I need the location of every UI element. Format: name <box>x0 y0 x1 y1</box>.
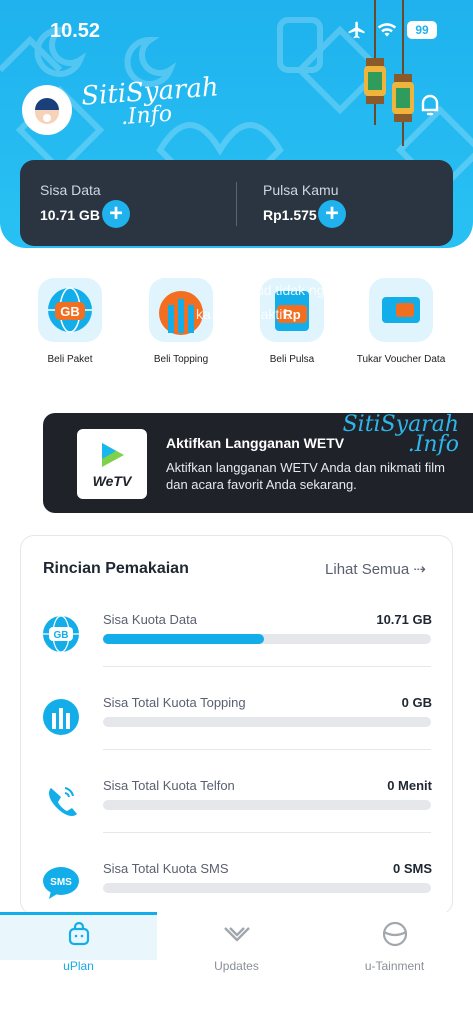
nav-label: uPlan <box>63 959 94 973</box>
row-divider <box>103 832 431 833</box>
wetv-logo: WeTV <box>77 429 147 499</box>
usage-progress-track <box>103 634 431 644</box>
usage-row-topping: Sisa Total Kuota Topping 0 GB <box>21 687 452 771</box>
wetv-promo-banner[interactable]: WeTV Aktifkan Langganan WETV Aktifkan la… <box>43 413 473 513</box>
usage-row-phone: Sisa Total Kuota Telfon 0 Menit <box>21 770 452 854</box>
topping-icon <box>43 699 79 735</box>
promo-title: Aktifkan Langganan WETV <box>166 435 345 451</box>
quick-action-buy-topping[interactable]: Beli Topping <box>131 278 231 367</box>
nav-label: Updates <box>214 959 259 973</box>
user-avatar-icon <box>35 98 59 124</box>
row-divider <box>103 666 431 667</box>
avatar[interactable] <box>22 85 72 135</box>
credit-value: Rp1.575 <box>263 207 317 223</box>
usage-row-sms: SMS Sisa Total Kuota SMS 0 SMS <box>21 853 452 914</box>
usage-title: Rincian Pemakaian <box>43 560 189 577</box>
usage-label: Sisa Kuota Data <box>103 612 197 627</box>
nav-label: u-Tainment <box>364 959 425 973</box>
usage-details-card: Rincian Pemakaian Lihat Semua ⇢ GB Sisa … <box>20 535 453 915</box>
data-balance-label: Sisa Data <box>40 182 101 198</box>
quick-action-label: Beli Paket <box>47 354 93 365</box>
overlay-text: ka ada l g aktif. <box>196 306 291 322</box>
gb-globe-icon: GB <box>38 278 102 342</box>
usage-value: 0 SMS <box>392 861 432 876</box>
quick-action-buy-package[interactable]: GB Beli Paket <box>20 278 120 367</box>
nav-item-u-tainment[interactable]: u-Tainment <box>316 920 473 973</box>
watermark: SitiSyarah .Info <box>80 72 221 132</box>
usage-row-data: GB Sisa Kuota Data 10.71 GB <box>21 604 452 688</box>
overlay-text: ud tidak ng, <box>256 282 329 298</box>
usage-value: 0 GB <box>401 695 432 710</box>
divider <box>236 182 237 226</box>
quick-action-voucher[interactable]: Tukar Voucher Data <box>351 278 451 367</box>
usage-value: 10.71 GB <box>376 612 432 627</box>
lantern-icon <box>364 0 386 125</box>
quick-action-label: Beli Topping <box>153 354 209 365</box>
gb-globe-icon: GB <box>43 615 79 653</box>
updates-icon <box>223 927 250 942</box>
usage-label: Sisa Total Kuota Telfon <box>103 778 235 793</box>
watermark-line2: .Info <box>407 432 459 457</box>
balance-card: Sisa Data 10.71 GB + Pulsa Kamu Rp1.575 … <box>20 160 453 246</box>
arrow-right-icon: ⇢ <box>413 561 426 578</box>
usage-progress-track <box>103 883 431 893</box>
quick-action-label: Tukar Voucher Data <box>356 354 446 365</box>
sms-icon: SMS <box>43 867 79 899</box>
data-balance-value: 10.71 GB <box>40 207 100 223</box>
nav-item-updates[interactable]: Updates <box>158 920 315 973</box>
lantern-icon <box>392 0 414 146</box>
usage-label: Sisa Total Kuota Topping <box>103 695 246 710</box>
svg-text:GB: GB <box>60 304 80 319</box>
planet-icon <box>382 921 407 947</box>
play-icon <box>102 443 124 467</box>
header: 10.52 99 SitiSyarah .Info Sisa Data 10.7… <box>0 0 473 248</box>
row-divider <box>103 749 431 750</box>
status-time: 10.52 <box>50 20 101 42</box>
usage-value: 0 Menit <box>387 778 432 793</box>
usage-progress-track <box>103 717 431 727</box>
credit-label: Pulsa Kamu <box>263 182 339 198</box>
quick-action-label: Beli Pulsa <box>269 354 315 365</box>
nav-item-uplan[interactable]: uPlan <box>0 920 157 973</box>
usage-progress-track <box>103 800 431 810</box>
usage-progress-fill <box>103 634 264 644</box>
voucher-icon <box>369 278 433 342</box>
svg-text:SMS: SMS <box>50 877 72 888</box>
bottom-navigation: uPlan Updates u-Tainment <box>0 912 473 1024</box>
notification-bell-icon[interactable] <box>415 90 445 120</box>
svg-text:GB: GB <box>54 630 69 641</box>
phone-icon <box>49 787 77 816</box>
add-data-button[interactable]: + <box>102 200 130 228</box>
bag-icon <box>68 921 89 946</box>
watermark: SitiSyarah .Info <box>343 414 459 457</box>
usage-label: Sisa Total Kuota SMS <box>103 861 229 876</box>
wetv-logo-text: WeTV <box>92 473 132 489</box>
see-all-link[interactable]: Lihat Semua ⇢ <box>325 560 426 578</box>
add-credit-button[interactable]: + <box>318 200 346 228</box>
see-all-label: Lihat Semua <box>325 561 410 578</box>
promo-description: Aktifkan langganan WETV Anda dan nikmati… <box>166 460 445 492</box>
